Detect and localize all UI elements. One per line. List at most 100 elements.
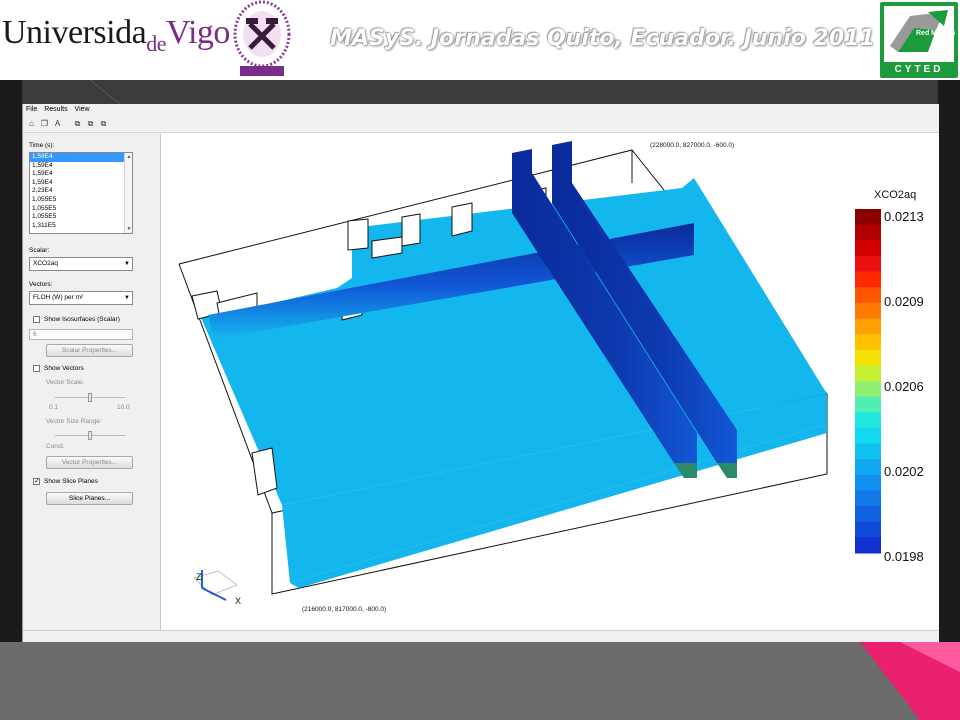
chevron-down-icon: ▼: [124, 295, 130, 301]
list-item[interactable]: 1,311E5: [30, 222, 132, 231]
colorbar-swatch: [855, 396, 881, 413]
scalar-value: XCO2aq: [33, 260, 58, 267]
vectors-select[interactable]: FLOH (W) per m² ▼: [29, 291, 133, 305]
menu-results[interactable]: Results: [44, 106, 67, 113]
colorbar-swatch: [855, 412, 881, 429]
text-icon[interactable]: A: [53, 119, 62, 128]
slider-thumb[interactable]: [88, 393, 92, 402]
slider-thumb[interactable]: [88, 431, 92, 440]
const-label: Const.: [46, 443, 65, 450]
isosurfaces-checkbox[interactable]: [33, 316, 40, 323]
slide-bottom-band: [0, 642, 960, 720]
colorbar-swatch: [855, 302, 881, 319]
slide-header: UniversidadeVigo MASyS. Jornadas Quito, …: [0, 0, 960, 80]
colorbar-swatch: [855, 474, 881, 491]
university-crest-icon: [232, 0, 292, 76]
vector-scale-label: Vector Scale:: [46, 379, 85, 386]
isosurfaces-label: Show Isosurfaces (Scalar): [44, 316, 120, 323]
time-list[interactable]: 1,59E4 1,59E4 1,59E4 1,59E4 2,23E4 1,055…: [29, 152, 133, 234]
vector-scale-slider[interactable]: [55, 393, 125, 402]
colorbar-tick: 0.0198: [884, 549, 924, 564]
colorbar-swatch: [855, 240, 881, 257]
slice-planes-checkbox[interactable]: ✓: [33, 478, 40, 485]
slide-left-border: [0, 80, 22, 642]
export-icon[interactable]: ⧉: [99, 119, 108, 128]
university-logo: UniversidadeVigo: [2, 14, 230, 56]
vectors-checkbox[interactable]: [33, 365, 40, 372]
axis-z-label: Z: [196, 572, 202, 582]
cube-icon[interactable]: ❒: [40, 119, 49, 128]
iso-value-spinner[interactable]: 6: [29, 329, 133, 340]
colorbar-swatch: [855, 271, 881, 288]
iso-value: 6: [33, 331, 37, 338]
colorbar-title: XCO2aq: [874, 189, 916, 201]
chevron-down-icon: ▼: [124, 261, 130, 267]
scalar-properties-button[interactable]: Scalar Properties...: [46, 344, 133, 357]
band-decoration: [89, 80, 121, 104]
vector-size-slider[interactable]: [55, 431, 125, 440]
list-item[interactable]: 1,59E4: [30, 179, 132, 188]
colorbar-swatch: [855, 209, 881, 226]
vectors-label: Vectors:: [29, 281, 53, 288]
colorbar-swatch: [855, 365, 881, 382]
fluid-volume: [199, 178, 827, 588]
colorbar-tick: 0.0202: [884, 464, 924, 479]
colorbar-tick: 0.0213: [884, 209, 924, 224]
list-item[interactable]: 2,23E4: [30, 187, 132, 196]
cyted-label: CYTED: [894, 64, 944, 75]
app-window: File Results View ⌂ ❒ A ⧉ ⧉ ⧉ Time (s): …: [22, 104, 939, 642]
toolbar: ⌂ ❒ A ⧉ ⧉ ⧉: [23, 115, 939, 133]
time-label: Time (s):: [29, 142, 55, 149]
list-item[interactable]: 1,59E4: [30, 153, 132, 162]
slide-band: [0, 80, 960, 104]
menu-file[interactable]: File: [26, 106, 37, 113]
show-vectors-label: Show Vectors: [44, 365, 84, 372]
render-viewport[interactable]: (228000.0, 827000.0, -600.0) (216000.0, …: [162, 133, 939, 630]
scalar-label: Scalar:: [29, 247, 50, 254]
slice-plane-y2-lower: [717, 463, 737, 478]
colorbar-swatch: [855, 334, 881, 351]
colorbar-tick: 0.0206: [884, 379, 924, 394]
scalar-select[interactable]: XCO2aq ▼: [29, 257, 133, 271]
colorbar-swatch: [855, 349, 881, 366]
colorbar-tick: 0.0209: [884, 294, 924, 309]
list-item[interactable]: 1,59E4: [30, 162, 132, 171]
list-item[interactable]: 1,59E4: [30, 170, 132, 179]
colorbar-swatch: [855, 537, 881, 554]
vector-properties-button[interactable]: Vector Properties...: [46, 456, 133, 469]
copy-icon[interactable]: ⧉: [73, 119, 82, 128]
colorbar-swatch: [855, 255, 881, 273]
menu-view[interactable]: View: [75, 106, 90, 113]
slice-planes-button[interactable]: Slice Planes...: [46, 492, 133, 505]
red-masys-label: Red MASyS: [916, 30, 956, 37]
vectors-value: FLOH (W) per m²: [33, 294, 84, 301]
copy-image-icon[interactable]: ⧉: [86, 119, 95, 128]
slide-title: MASyS. Jornadas Quito, Ecuador. Junio 20…: [330, 26, 875, 51]
model-3d-view[interactable]: (228000.0, 827000.0, -600.0) (216000.0, …: [162, 133, 939, 630]
cyted-logo: Red MASyS CYTED: [880, 2, 958, 78]
colorbar-swatch: [855, 459, 881, 476]
colorbar-swatch: [855, 521, 881, 538]
axes-triad: Z X: [193, 570, 241, 606]
control-panel: Time (s): 1,59E4 1,59E4 1,59E4 1,59E4 2,…: [23, 133, 161, 642]
home-icon[interactable]: ⌂: [27, 119, 36, 128]
colorbar-swatch: [855, 490, 881, 507]
corner-top-label: (228000.0, 827000.0, -600.0): [650, 142, 734, 149]
scale-min-label: 0.1: [49, 404, 59, 411]
colorbar-swatch: [855, 224, 881, 241]
colorbar-swatch: [855, 443, 881, 460]
time-list-scrollbar[interactable]: ▲ ▼: [124, 153, 132, 233]
colorbar: XCO2aq 0.0213 0.0209 0.0206 0.0202 0.019…: [855, 189, 924, 564]
scroll-down-icon[interactable]: ▼: [125, 225, 132, 233]
menu-bar: File Results View: [23, 104, 939, 115]
status-bar: [23, 630, 939, 642]
corner-bottom-label: (216000.0, 817000.0, -800.0): [302, 606, 386, 613]
pink-accent-shape: [860, 642, 960, 720]
list-item[interactable]: 1,055E5: [30, 196, 132, 205]
list-item[interactable]: 1,055E5: [30, 205, 132, 214]
list-item[interactable]: 1,055E5: [30, 213, 132, 222]
scroll-up-icon[interactable]: ▲: [125, 153, 132, 161]
colorbar-swatch: [855, 427, 881, 445]
colorbar-swatches: [855, 209, 881, 554]
slide-right-border: [938, 80, 960, 642]
